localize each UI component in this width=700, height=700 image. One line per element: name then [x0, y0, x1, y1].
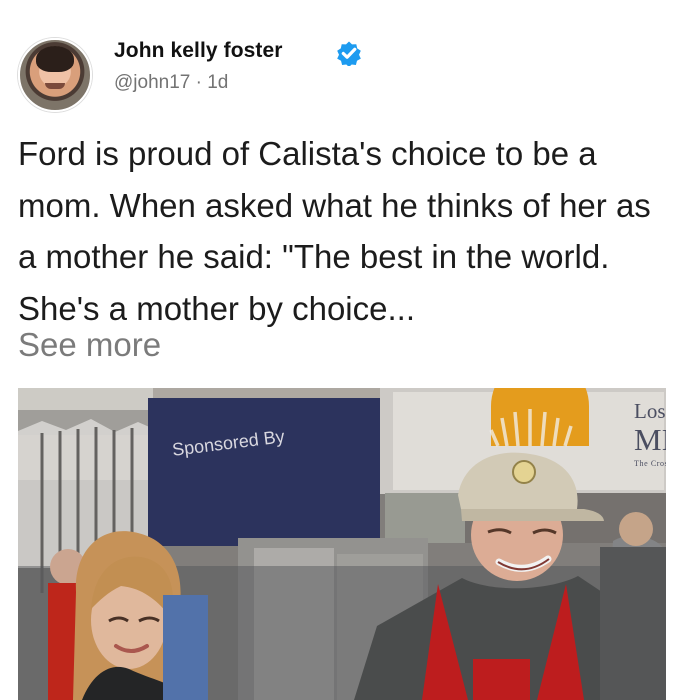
author-avatar[interactable] [18, 38, 92, 112]
tweet-text: Ford is proud of Calista's choice to be … [18, 135, 651, 327]
photo-logo-line-3: The Cross [634, 459, 666, 468]
author-meta: @john17 · 1d [114, 72, 228, 94]
verified-badge-icon [337, 41, 361, 66]
photo-logo-line-1: Los A [634, 401, 666, 423]
tweet-header: John kelly foster @john17 · 1d [18, 38, 678, 112]
photo-logo-text: Los A MIS The Cross [634, 401, 666, 468]
post-time[interactable]: 1d [207, 72, 228, 93]
event-photo-scene [18, 388, 666, 700]
tweet-photo[interactable]: Sponsored By Los A MIS The Cross [18, 388, 666, 700]
meta-separator: · [195, 72, 208, 93]
see-more-link[interactable]: See more [18, 326, 161, 364]
photo-logo-line-2: MIS [634, 422, 666, 457]
author-name[interactable]: John kelly foster [114, 39, 283, 63]
author-handle[interactable]: @john17 [114, 72, 190, 93]
